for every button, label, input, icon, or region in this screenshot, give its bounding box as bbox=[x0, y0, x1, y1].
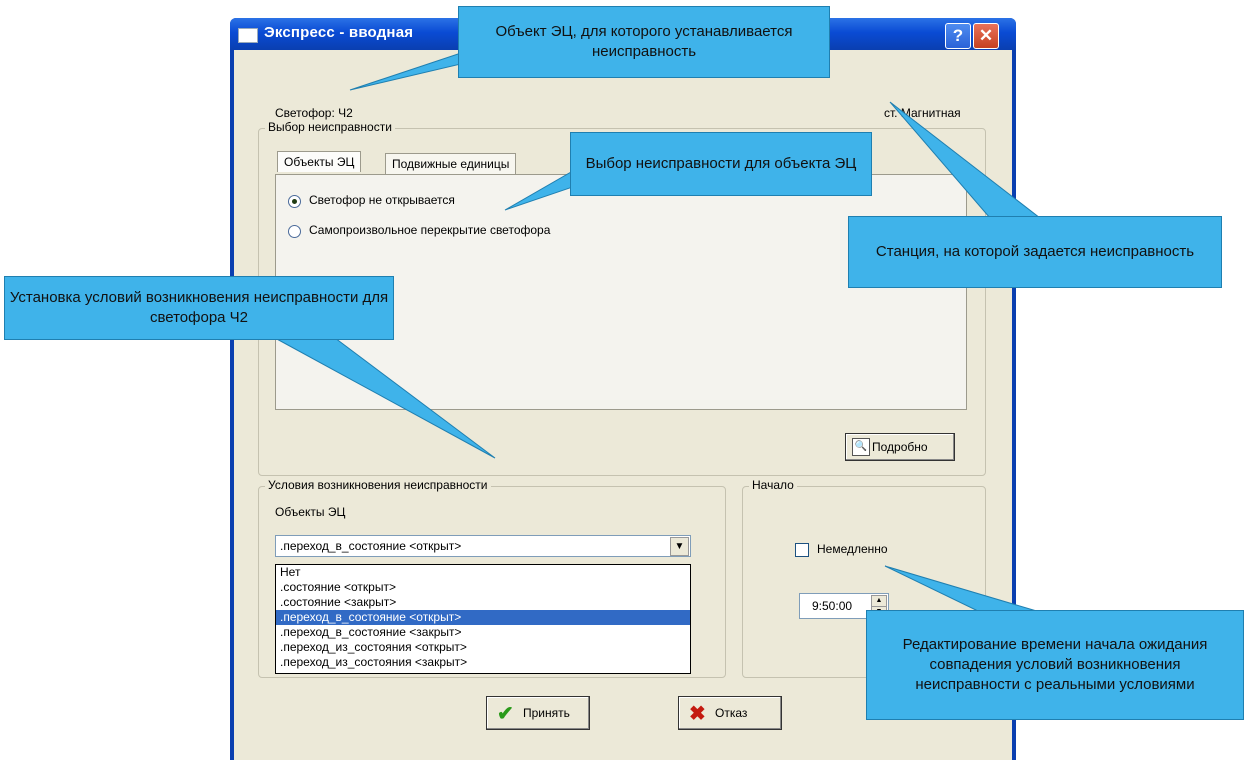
pointer-conditions bbox=[274, 337, 496, 459]
tab-objects-ec[interactable]: Объекты ЭЦ bbox=[277, 151, 362, 172]
pointer-time bbox=[884, 565, 1041, 613]
callout-time-edit: Редактирование времени начала ожидания с… bbox=[866, 610, 1244, 720]
callout-station: Станция, на которой задается неисправнос… bbox=[848, 216, 1222, 288]
pointer-station bbox=[889, 101, 1042, 219]
callout-conditions: Установка условий возникновения неисправ… bbox=[4, 276, 394, 340]
callout-fault-choice: Выбор неисправности для объекта ЭЦ bbox=[570, 132, 872, 196]
callout-object: Объект ЭЦ, для которого устанавливается … bbox=[458, 6, 830, 78]
